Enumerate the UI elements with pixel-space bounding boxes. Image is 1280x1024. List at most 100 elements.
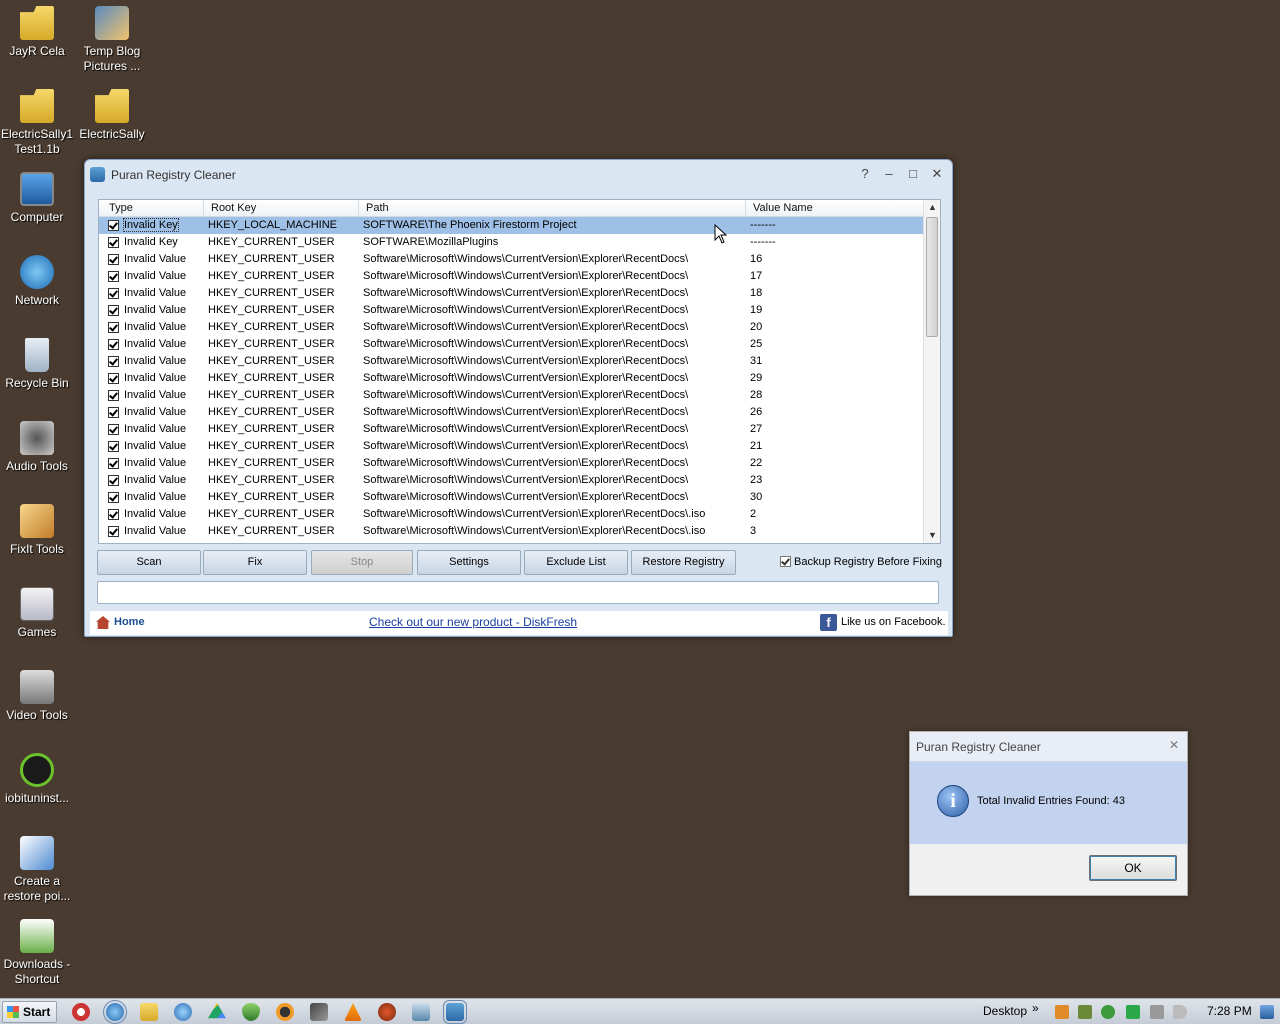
tray-security-icon[interactable] [1101,1005,1115,1019]
row-checkbox[interactable] [108,475,119,486]
desktop-icon-fixit-tools[interactable]: FixIt Tools [0,504,74,557]
diskfresh-promo-link[interactable]: Check out our new product - DiskFresh [369,615,577,629]
column-header-path[interactable]: Path [366,202,389,214]
dialog-close-button[interactable]: ✕ [1169,738,1179,752]
row-checkbox[interactable] [108,424,119,435]
puran-icon[interactable] [443,1000,467,1024]
row-checkbox[interactable] [108,254,119,265]
drive-icon[interactable] [208,1003,226,1019]
desktop-icon-create-restore-point[interactable]: Create a restore poi... [0,836,74,904]
facebook-icon[interactable]: f [820,614,837,631]
firefox-icon[interactable] [378,1003,396,1021]
table-row[interactable]: Invalid Value HKEY_CURRENT_USER Software\M… [99,506,924,523]
table-row[interactable]: Invalid Value HKEY_CURRENT_USER Software\M… [99,370,924,387]
table-row[interactable]: Invalid Value HKEY_CURRENT_USER Software\M… [99,421,924,438]
column-header-value-name[interactable]: Value Name [753,202,813,214]
close-button[interactable]: ✕ [927,165,947,183]
table-row[interactable]: Invalid Value HKEY_CURRENT_USER Software\M… [99,251,924,268]
desktop-icon-network[interactable]: Network [0,255,74,308]
scroll-up-arrow-icon[interactable]: ▲ [924,200,941,215]
desktop-icon-downloads-shortcut[interactable]: Downloads - Shortcut [0,919,74,987]
row-checkbox[interactable] [108,458,119,469]
backup-registry-checkbox[interactable]: Backup Registry Before Fixing [780,556,942,568]
table-row[interactable]: Invalid Value HKEY_CURRENT_USER Software\M… [99,387,924,404]
settings-button[interactable]: Settings [417,550,521,575]
row-checkbox[interactable] [108,322,119,333]
row-checkbox[interactable] [108,288,119,299]
home-link[interactable]: Home [114,616,145,628]
row-checkbox[interactable] [108,526,119,537]
row-checkbox[interactable] [108,339,119,350]
row-checkbox[interactable] [108,237,119,248]
scroll-down-arrow-icon[interactable]: ▼ [924,528,941,543]
minimize-button[interactable]: – [879,165,899,183]
column-header-root-key[interactable]: Root Key [211,202,256,214]
table-row[interactable]: Invalid Value HKEY_CURRENT_USER Software\M… [99,489,924,506]
table-row[interactable]: Invalid Value HKEY_CURRENT_USER Software\M… [99,438,924,455]
ok-button[interactable]: OK [1089,855,1177,881]
home-icon[interactable] [96,616,110,629]
chevron-right-icon[interactable]: » [1032,1001,1039,1015]
headphones-icon[interactable] [276,1003,294,1021]
table-row[interactable]: Invalid Key HKEY_LOCAL_MACHINE SOFTWARE\Th… [99,217,924,234]
scrollbar-thumb[interactable] [926,217,938,337]
start-button[interactable]: Start [2,1001,57,1023]
scan-button[interactable]: Scan [97,550,201,575]
desktop-icon-video-tools[interactable]: Video Tools [0,670,74,723]
table-row[interactable]: Invalid Value HKEY_CURRENT_USER Software\M… [99,523,924,540]
exclude-list-button[interactable]: Exclude List [524,550,628,575]
tray-monitor-icon[interactable] [1078,1005,1092,1019]
table-row[interactable]: Invalid Value HKEY_CURRENT_USER Software\M… [99,353,924,370]
tray-check-icon[interactable] [1126,1005,1140,1019]
desktop-icon-jayr-cela[interactable]: JayR Cela [0,6,74,59]
fix-button[interactable]: Fix [203,550,307,575]
desktop-icon-electricsally[interactable]: ElectricSally [75,89,149,142]
checkbox-checked-icon[interactable] [780,556,791,567]
explorer-folder-icon[interactable] [140,1003,158,1021]
column-header-type[interactable]: Type [109,202,133,214]
desktop-icon-electricsally1-test[interactable]: ElectricSally1 Test1.1b [0,89,74,157]
table-row[interactable]: Invalid Value HKEY_CURRENT_USER Software\M… [99,268,924,285]
desktop-icon-games[interactable]: Games [0,587,74,640]
window-titlebar[interactable]: Puran Registry Cleaner ? – □ ✕ [85,160,952,190]
row-checkbox[interactable] [108,407,119,418]
opera-icon[interactable] [72,1003,90,1021]
results-list[interactable]: Type Root Key Path Value Name Invalid Ke… [98,199,941,544]
remote-icon[interactable] [412,1003,430,1021]
table-row[interactable]: Invalid Value HKEY_CURRENT_USER Software\M… [99,472,924,489]
row-checkbox[interactable] [108,356,119,367]
table-row[interactable]: Invalid Value HKEY_CURRENT_USER Software\M… [99,302,924,319]
browser-icon[interactable] [103,1000,127,1024]
tray-app-icon[interactable] [1055,1005,1069,1019]
table-row[interactable]: Invalid Value HKEY_CURRENT_USER Software\M… [99,336,924,353]
row-checkbox[interactable] [108,441,119,452]
dialog-titlebar[interactable]: Puran Registry Cleaner ✕ [910,732,1187,762]
desktop-toolbar-label[interactable]: Desktop [983,1004,1027,1018]
row-checkbox[interactable] [108,390,119,401]
desktop-icon-temp-blog-pictures[interactable]: Temp Blog Pictures ... [75,6,149,74]
desktop-icon-computer[interactable]: Computer [0,172,74,225]
table-row[interactable]: Invalid Value HKEY_CURRENT_USER Software\M… [99,319,924,336]
globe-icon[interactable] [174,1003,192,1021]
maximize-button[interactable]: □ [903,165,923,183]
desktop-icon-recycle-bin[interactable]: Recycle Bin [0,338,74,391]
pen-icon[interactable] [310,1003,328,1021]
row-checkbox[interactable] [108,509,119,520]
vlc-icon[interactable] [344,1003,362,1021]
row-checkbox[interactable] [108,271,119,282]
row-checkbox[interactable] [108,492,119,503]
show-desktop-icon[interactable] [1260,1005,1274,1019]
tray-network-icon[interactable] [1150,1005,1164,1019]
facebook-link[interactable]: Like us on Facebook. [841,616,946,628]
row-checkbox[interactable] [108,305,119,316]
row-checkbox[interactable] [108,373,119,384]
desktop-icon-audio-tools[interactable]: Audio Tools [0,421,74,474]
taskbar-clock[interactable]: 7:28 PM [1207,1004,1252,1018]
restore-registry-button[interactable]: Restore Registry [631,550,736,575]
table-row[interactable]: Invalid Key HKEY_CURRENT_USER SOFTWARE\Moz… [99,234,924,251]
help-button[interactable]: ? [855,165,875,183]
tray-volume-icon[interactable] [1173,1005,1187,1019]
vertical-scrollbar[interactable]: ▲ ▼ [923,200,940,543]
table-row[interactable]: Invalid Value HKEY_CURRENT_USER Software\M… [99,455,924,472]
desktop-icon-iobituninst[interactable]: iobituninst... [0,753,74,806]
